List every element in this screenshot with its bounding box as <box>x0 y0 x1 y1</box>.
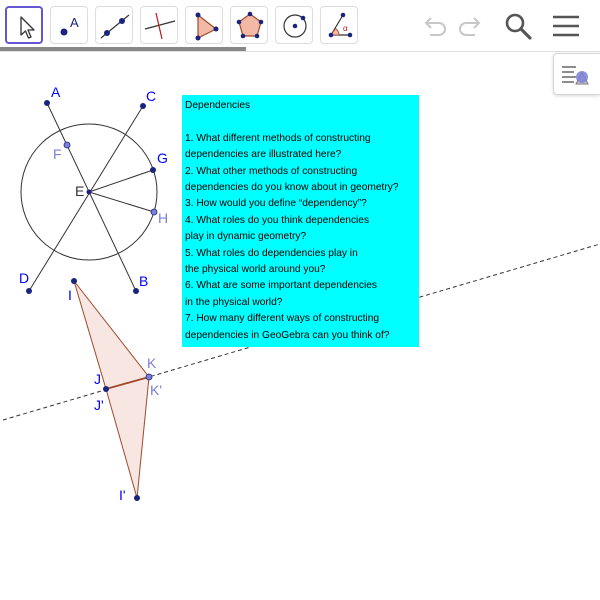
label-d: D <box>19 270 29 286</box>
search-icon[interactable] <box>502 10 534 42</box>
pentagon-icon <box>236 11 264 39</box>
point-a[interactable] <box>44 100 50 106</box>
point-icon: A <box>60 15 79 36</box>
info-box-blank <box>185 114 416 130</box>
segment-eg[interactable] <box>88 169 154 193</box>
point-i-prime[interactable] <box>134 495 140 501</box>
info-box-line: play in dynamic geometry? <box>185 231 307 243</box>
segment-eh[interactable] <box>88 191 155 213</box>
label-e: E <box>75 183 84 199</box>
label-f: F <box>53 146 62 162</box>
line-tool[interactable] <box>95 6 133 44</box>
label-j: J <box>94 371 101 387</box>
info-box-line: 3. How would you define “dependency”? <box>185 198 367 210</box>
info-box-line: 5. What roles do dependencies play in <box>185 247 358 259</box>
undo-icon[interactable] <box>418 10 450 42</box>
angle-icon: α <box>328 12 353 38</box>
move-tool[interactable] <box>5 6 43 44</box>
label-k: K <box>147 355 157 371</box>
angle-tool[interactable]: α <box>320 6 358 44</box>
label-a: A <box>51 84 61 100</box>
triangle-ijk[interactable] <box>73 280 150 390</box>
line-icon <box>100 14 130 39</box>
cursor-arrow-icon <box>20 16 35 39</box>
point-d[interactable] <box>26 288 32 294</box>
svg-text:α: α <box>343 24 348 33</box>
point-tool[interactable]: A <box>50 6 88 44</box>
info-box-line: 7. How many different ways of constructi… <box>185 313 380 325</box>
info-box-line: in the physical world? <box>185 296 283 308</box>
label-k-prime: K' <box>150 382 162 398</box>
label-j-prime: J' <box>94 397 104 413</box>
line-ab[interactable] <box>46 102 137 292</box>
label-i: I <box>68 287 72 303</box>
info-box-line: dependencies are illustrated here? <box>185 149 342 161</box>
perpendicular-line-tool[interactable] <box>140 6 178 44</box>
info-box-title: Dependencies <box>185 100 251 111</box>
point-e[interactable] <box>86 189 92 195</box>
svg-text:A: A <box>70 15 79 30</box>
point-i[interactable] <box>71 278 77 284</box>
info-box-line: 2. What other methods of constructing <box>185 165 358 177</box>
menu-icon[interactable] <box>550 10 582 42</box>
point-f[interactable] <box>63 141 71 149</box>
label-c: C <box>146 88 156 104</box>
circle-with-center-icon <box>283 14 307 38</box>
info-box-line: 1. What different methods of constructin… <box>185 132 371 144</box>
triangle-icon <box>195 12 219 41</box>
info-box-line: 4. What roles do you think dependencies <box>185 214 370 226</box>
dependencies-text-box[interactable]: Dependencies 1. What different methods o… <box>182 95 419 347</box>
point-g[interactable] <box>150 167 156 173</box>
label-b: B <box>139 273 148 289</box>
label-i-prime: I' <box>119 487 126 503</box>
info-box-line: dependencies in GeoGebra can you think o… <box>185 329 390 341</box>
perpendicular-line-icon <box>144 12 176 40</box>
polygon-tool[interactable] <box>185 6 223 44</box>
point-k[interactable] <box>145 373 153 381</box>
info-box-line: the physical world around you? <box>185 264 326 276</box>
triangle-i-prime-j-prime-k-prime[interactable] <box>105 376 150 499</box>
point-j[interactable] <box>103 386 109 392</box>
toolbar: A α <box>0 0 600 52</box>
redo-icon[interactable] <box>455 10 487 42</box>
line-cd[interactable] <box>28 105 144 292</box>
circle-tool[interactable] <box>275 6 313 44</box>
label-h: H <box>158 210 168 226</box>
info-box-line: 6. What are some important dependencies <box>185 280 377 292</box>
label-g: G <box>157 150 168 166</box>
point-h[interactable] <box>150 208 158 216</box>
regular-polygon-tool[interactable] <box>230 6 268 44</box>
info-box-line: dependencies do you know about in geomet… <box>185 182 399 194</box>
